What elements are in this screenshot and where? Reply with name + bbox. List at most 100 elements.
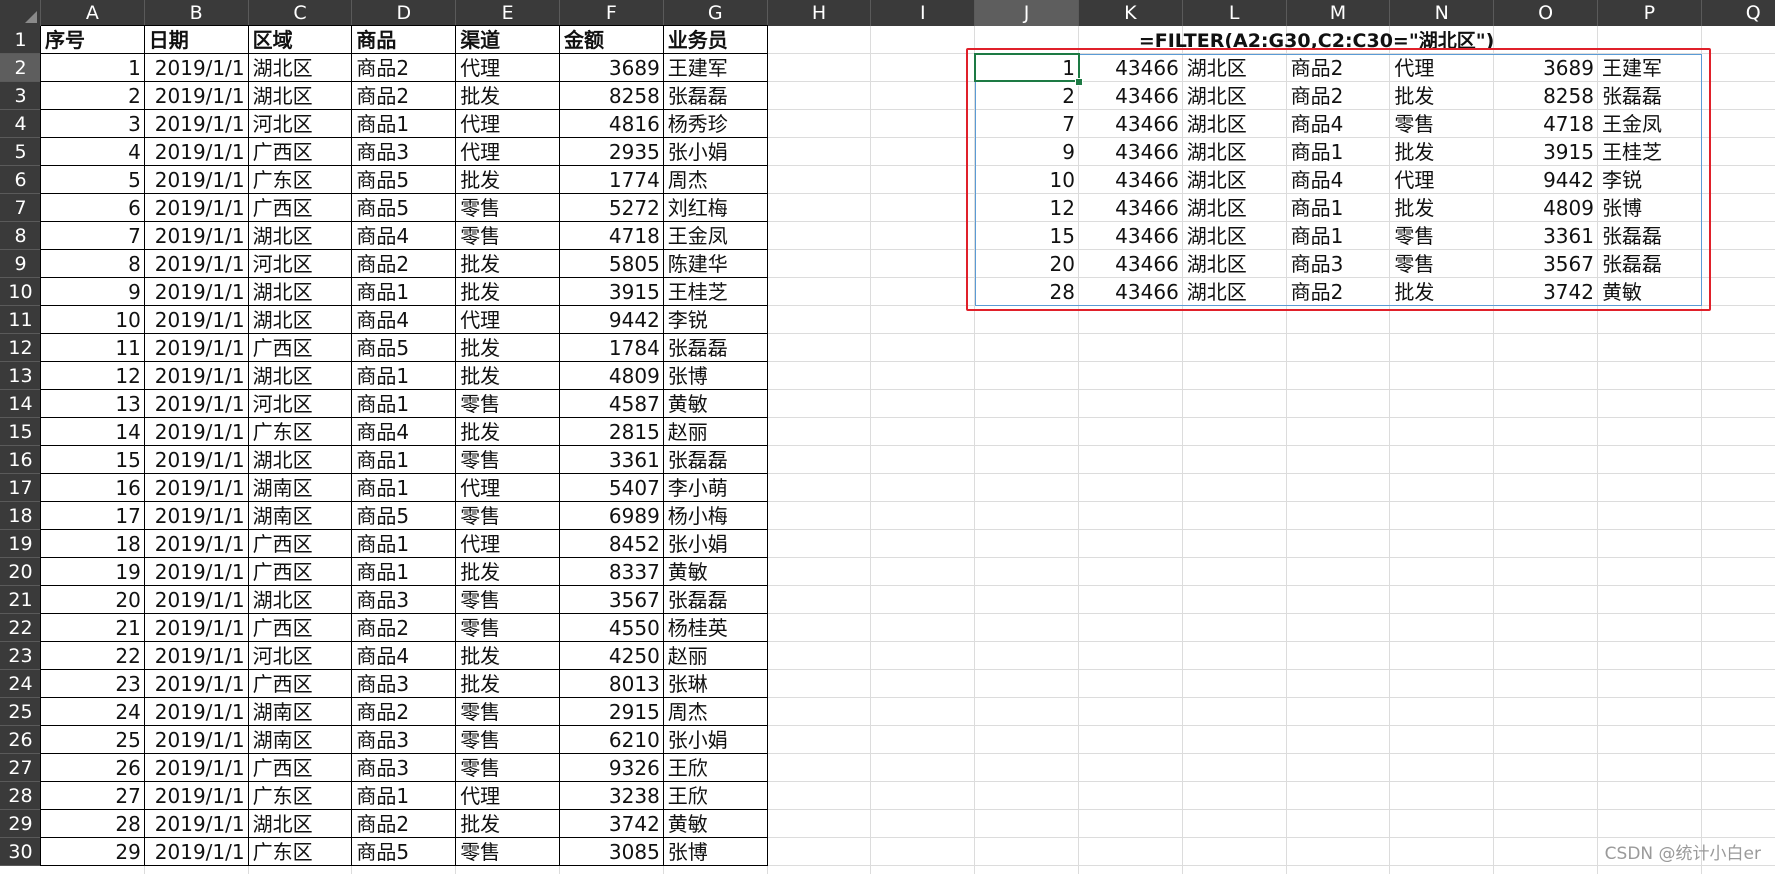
table-cell[interactable]: 商品4 (352, 222, 456, 250)
table-cell[interactable]: 2019/1/1 (145, 754, 249, 782)
table-cell[interactable]: 5 (41, 166, 145, 194)
table-cell[interactable]: 刘红梅 (664, 194, 768, 222)
table-cell[interactable]: 零售 (456, 390, 560, 418)
header-cell[interactable]: 商品 (352, 26, 456, 54)
table-cell[interactable]: 代理 (456, 782, 560, 810)
table-cell[interactable]: 2 (41, 82, 145, 110)
table-cell[interactable]: 2019/1/1 (145, 502, 249, 530)
table-cell[interactable]: 湖北区 (249, 810, 353, 838)
table-cell[interactable]: 张磊磊 (664, 446, 768, 474)
table-cell[interactable]: 广西区 (249, 530, 353, 558)
table-cell[interactable]: 商品1 (352, 446, 456, 474)
table-cell[interactable]: 零售 (456, 698, 560, 726)
table-cell[interactable]: 张磊磊 (664, 82, 768, 110)
row-header-17[interactable]: 17 (0, 474, 41, 502)
table-cell[interactable]: 批发 (456, 166, 560, 194)
table-cell[interactable]: 24 (41, 698, 145, 726)
table-cell[interactable]: 商品2 (352, 54, 456, 82)
table-cell[interactable]: 湖南区 (249, 726, 353, 754)
table-cell[interactable]: 张小娟 (664, 138, 768, 166)
table-cell[interactable]: 16 (41, 474, 145, 502)
table-cell[interactable]: 赵丽 (664, 418, 768, 446)
table-cell[interactable]: 商品3 (352, 726, 456, 754)
table-cell[interactable]: 20 (41, 586, 145, 614)
header-cell[interactable]: 区域 (249, 26, 353, 54)
row-header-16[interactable]: 16 (0, 446, 41, 474)
table-cell[interactable]: 2019/1/1 (145, 642, 249, 670)
table-cell[interactable]: 2019/1/1 (145, 698, 249, 726)
row-header-20[interactable]: 20 (0, 558, 41, 586)
table-cell[interactable]: 27 (41, 782, 145, 810)
table-cell[interactable]: 4250 (560, 642, 664, 670)
table-cell[interactable]: 商品4 (352, 418, 456, 446)
column-header-m[interactable]: M (1286, 0, 1391, 26)
table-cell[interactable]: 8013 (560, 670, 664, 698)
table-cell[interactable]: 商品2 (352, 250, 456, 278)
table-cell[interactable]: 河北区 (249, 390, 353, 418)
table-cell[interactable]: 2019/1/1 (145, 586, 249, 614)
table-cell[interactable]: 25 (41, 726, 145, 754)
table-cell[interactable]: 8452 (560, 530, 664, 558)
header-cell[interactable]: 业务员 (664, 26, 768, 54)
table-cell[interactable]: 批发 (456, 334, 560, 362)
table-cell[interactable]: 零售 (456, 502, 560, 530)
column-header-d[interactable]: D (352, 0, 457, 26)
table-cell[interactable]: 零售 (456, 586, 560, 614)
table-cell[interactable]: 2019/1/1 (145, 110, 249, 138)
table-cell[interactable]: 8258 (560, 82, 664, 110)
table-cell[interactable]: 2019/1/1 (145, 194, 249, 222)
table-cell[interactable]: 商品3 (352, 754, 456, 782)
row-header-29[interactable]: 29 (0, 810, 41, 838)
table-cell[interactable]: 3 (41, 110, 145, 138)
table-cell[interactable]: 批发 (456, 82, 560, 110)
table-cell[interactable]: 商品2 (352, 698, 456, 726)
table-cell[interactable]: 2019/1/1 (145, 222, 249, 250)
table-cell[interactable]: 广西区 (249, 194, 353, 222)
table-cell[interactable]: 批发 (456, 670, 560, 698)
table-cell[interactable]: 批发 (456, 642, 560, 670)
table-cell[interactable]: 商品2 (352, 82, 456, 110)
column-header-k[interactable]: K (1079, 0, 1183, 26)
table-cell[interactable]: 2019/1/1 (145, 138, 249, 166)
table-cell[interactable]: 11 (41, 334, 145, 362)
table-cell[interactable]: 2019/1/1 (145, 390, 249, 418)
table-cell[interactable]: 2019/1/1 (145, 82, 249, 110)
table-cell[interactable]: 代理 (456, 306, 560, 334)
table-cell[interactable]: 4816 (560, 110, 664, 138)
table-cell[interactable]: 黄敏 (664, 558, 768, 586)
row-header-21[interactable]: 21 (0, 586, 41, 614)
table-cell[interactable]: 湖北区 (249, 362, 353, 390)
table-cell[interactable]: 4809 (560, 362, 664, 390)
table-cell[interactable]: 李小萌 (664, 474, 768, 502)
table-cell[interactable]: 广西区 (249, 334, 353, 362)
table-cell[interactable]: 批发 (456, 362, 560, 390)
table-cell[interactable]: 2019/1/1 (145, 362, 249, 390)
table-cell[interactable]: 1784 (560, 334, 664, 362)
table-cell[interactable]: 8337 (560, 558, 664, 586)
header-cell[interactable]: 金额 (560, 26, 664, 54)
column-header-e[interactable]: E (456, 0, 560, 26)
table-cell[interactable]: 5805 (560, 250, 664, 278)
table-cell[interactable]: 零售 (456, 222, 560, 250)
table-cell[interactable]: 2019/1/1 (145, 250, 249, 278)
table-cell[interactable]: 杨桂英 (664, 614, 768, 642)
table-cell[interactable]: 14 (41, 418, 145, 446)
header-cell[interactable]: 序号 (41, 26, 145, 54)
table-cell[interactable]: 2019/1/1 (145, 670, 249, 698)
table-cell[interactable]: 3085 (560, 838, 664, 866)
row-header-28[interactable]: 28 (0, 782, 41, 810)
table-cell[interactable]: 5272 (560, 194, 664, 222)
row-header-10[interactable]: 10 (0, 278, 41, 306)
table-cell[interactable]: 广东区 (249, 166, 353, 194)
table-cell[interactable]: 代理 (456, 110, 560, 138)
table-cell[interactable]: 广西区 (249, 754, 353, 782)
column-header-b[interactable]: B (144, 0, 249, 26)
table-cell[interactable]: 广东区 (249, 838, 353, 866)
row-header-24[interactable]: 24 (0, 670, 41, 698)
table-cell[interactable]: 湖北区 (249, 82, 353, 110)
table-cell[interactable]: 周杰 (664, 166, 768, 194)
table-cell[interactable]: 李锐 (664, 306, 768, 334)
table-cell[interactable]: 17 (41, 502, 145, 530)
table-cell[interactable]: 10 (41, 306, 145, 334)
table-cell[interactable]: 商品2 (352, 614, 456, 642)
